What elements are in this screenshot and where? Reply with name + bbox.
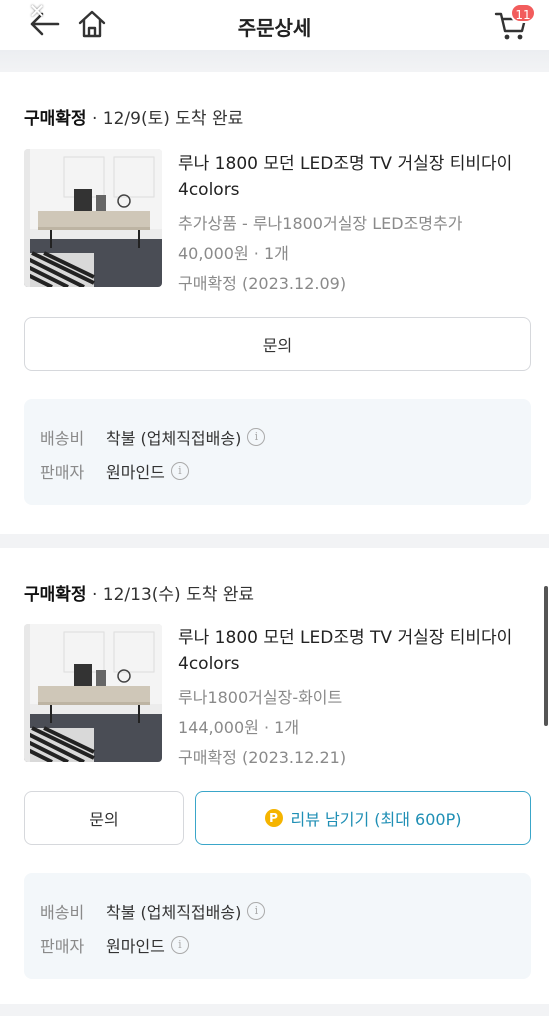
price-quantity: 40,000원 · 1개 <box>178 244 289 263</box>
product-thumbnail[interactable] <box>24 149 162 287</box>
order-status-line: 구매확정 · 12/13(수) 도착 완료 <box>24 580 254 605</box>
product-thumbnail[interactable] <box>24 624 162 762</box>
next-order-card-edge <box>0 1016 549 1024</box>
order-status: 구매확정 <box>24 109 87 129</box>
shipping-fee-value: 착불 (업체직접배송) <box>106 903 242 922</box>
product-option: 추가상품 - 루나1800거실장 LED조명추가 <box>178 214 463 233</box>
info-icon[interactable]: i <box>170 936 189 954</box>
inquiry-button[interactable]: 문의 <box>24 317 531 371</box>
info-icon[interactable]: i <box>247 902 266 920</box>
shipping-fee-row: 배송비 착불 (업체직접배송) i <box>40 899 266 923</box>
shipping-fee-value: 착불 (업체직접배송) <box>106 429 242 448</box>
price-quantity: 144,000원 · 1개 <box>178 718 300 737</box>
write-review-label: 리뷰 남기기 (최대 600P) <box>290 810 462 829</box>
seller-value: 원마인드 <box>106 937 165 956</box>
delivery-status: · 12/9(토) 도착 완료 <box>91 109 244 129</box>
info-icon[interactable]: i <box>247 428 266 446</box>
seller-label: 판매자 <box>40 937 85 956</box>
seller-row: 판매자 원마인드 i <box>40 459 189 483</box>
seller-value: 원마인드 <box>106 463 165 482</box>
confirm-date: 구매확정 (2023.12.21) <box>178 748 347 767</box>
inquiry-button[interactable]: 문의 <box>24 791 184 845</box>
shipping-info-box: 배송비 착불 (업체직접배송) i 판매자 원마인드 i <box>24 399 531 505</box>
product-name[interactable]: 루나 1800 모던 LED조명 TV 거실장 티비다이 4colors <box>178 625 528 677</box>
cart-count-badge: 11 <box>510 3 536 23</box>
order-status-line: 구매확정 · 12/9(토) 도착 완료 <box>24 104 243 129</box>
order-card: 구매확정 · 12/9(토) 도착 완료 루나 1800 모던 LED조명 TV… <box>0 72 549 534</box>
seller-label: 판매자 <box>40 463 85 482</box>
header-divider <box>0 50 549 70</box>
product-name[interactable]: 루나 1800 모던 LED조명 TV 거실장 티비다이 4colors <box>178 151 528 203</box>
order-card: 구매확정 · 12/13(수) 도착 완료 루나 1800 모던 LED조명 T… <box>0 548 549 1004</box>
close-icon[interactable]: ✕ <box>26 0 48 22</box>
shipping-fee-label: 배송비 <box>40 429 85 448</box>
write-review-button[interactable]: P 리뷰 남기기 (최대 600P) <box>195 791 531 845</box>
point-coin-icon: P <box>264 809 283 827</box>
shipping-fee-label: 배송비 <box>40 903 85 922</box>
scrollbar[interactable] <box>544 586 548 726</box>
shipping-fee-row: 배송비 착불 (업체직접배송) i <box>40 425 266 449</box>
shipping-info-box: 배송비 착불 (업체직접배송) i 판매자 원마인드 i <box>24 873 531 979</box>
top-nav-bar: 주문상세 11 <box>0 0 549 50</box>
order-status: 구매확정 <box>24 585 87 605</box>
seller-row: 판매자 원마인드 i <box>40 933 189 957</box>
page-title: 주문상세 <box>237 16 312 40</box>
confirm-date: 구매확정 (2023.12.09) <box>178 274 347 293</box>
info-icon[interactable]: i <box>170 462 189 480</box>
delivery-status: · 12/13(수) 도착 완료 <box>91 585 255 605</box>
product-option: 루나1800거실장-화이트 <box>178 688 343 707</box>
